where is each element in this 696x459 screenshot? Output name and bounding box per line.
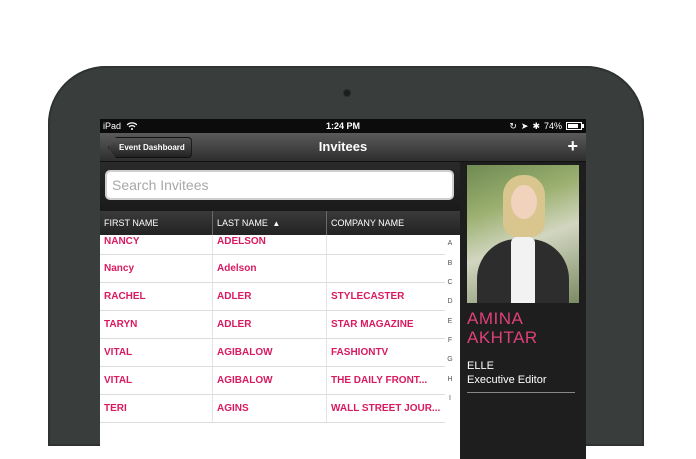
- status-right: ↻ ➤ ✱ 74%: [509, 119, 584, 133]
- company-cell: [327, 255, 445, 282]
- table-row[interactable]: TARYN ADLER STAR MAGAZINE: [100, 311, 445, 339]
- battery-percent: 74%: [543, 121, 562, 131]
- table-row[interactable]: NANCY ADELSON: [100, 235, 445, 255]
- company-cell: THE DAILY FRONT...: [331, 375, 428, 386]
- invitee-rows: NANCY ADELSON Nancy Adelson RACHEL ADLER…: [100, 235, 445, 423]
- last-name-cell: AGIBALOW: [213, 339, 327, 366]
- table-row[interactable]: TERI AGINS WALL STREET JOUR...: [100, 395, 445, 423]
- last-name-cell: ADLER: [213, 283, 327, 310]
- index-letter[interactable]: B: [443, 260, 457, 267]
- profile-company: ELLE: [467, 360, 494, 372]
- index-letter[interactable]: H: [443, 376, 457, 383]
- index-letter[interactable]: G: [443, 356, 457, 363]
- first-name-cell: VITAL: [100, 367, 213, 394]
- header-first-name-label: FIRST NAME: [104, 218, 159, 228]
- company-cell: STYLECASTER: [331, 291, 405, 302]
- index-letter[interactable]: E: [443, 318, 457, 325]
- header-company-name-label: COMPANY NAME: [331, 218, 405, 228]
- first-name-cell: RACHEL: [100, 283, 213, 310]
- rotation-lock-icon: ↻: [509, 121, 517, 131]
- sort-ascending-icon: ▲: [272, 219, 281, 228]
- table-header: FIRST NAME LAST NAME ▲ COMPANY NAME: [100, 211, 460, 235]
- search-bar: Search Invitees: [100, 162, 460, 211]
- header-company-name[interactable]: COMPANY NAME: [327, 211, 460, 235]
- last-name-cell: ADLER: [213, 311, 327, 338]
- bluetooth-icon: ✱: [532, 121, 540, 131]
- page-title: Invitees: [318, 139, 368, 154]
- table-row[interactable]: VITAL AGIBALOW THE DAILY FRONT...: [100, 367, 445, 395]
- profile-last-name: AKHTAR: [467, 328, 538, 347]
- index-letter[interactable]: I: [443, 395, 457, 402]
- index-letter[interactable]: C: [443, 279, 457, 286]
- location-icon: ➤: [520, 121, 529, 131]
- first-name-cell: TERI: [100, 395, 213, 422]
- index-letter[interactable]: F: [443, 337, 457, 344]
- table-row[interactable]: Nancy Adelson: [100, 255, 445, 283]
- ipad-frame: iPad 1:24 PM ↻ ➤ ✱ 74% Event Dashboard I…: [48, 66, 644, 459]
- company-cell: [327, 235, 445, 254]
- last-name-cell: AGIBALOW: [213, 367, 327, 394]
- battery-icon: [566, 122, 584, 130]
- table-row[interactable]: RACHEL ADLER STYLECASTER: [100, 283, 445, 311]
- search-input[interactable]: Search Invitees: [105, 170, 454, 200]
- photo-shirt: [511, 237, 535, 303]
- first-name-cell: NANCY: [100, 235, 213, 254]
- profile-first-name: AMINA: [467, 309, 524, 328]
- last-name-cell: AGINS: [213, 395, 327, 422]
- profile-job-title: Executive Editor: [467, 374, 547, 386]
- last-name-cell: ADELSON: [213, 235, 327, 254]
- index-letter[interactable]: D: [443, 298, 457, 305]
- company-cell: WALL STREET JOUR...: [331, 403, 441, 414]
- first-name-cell: TARYN: [100, 311, 213, 338]
- index-letter[interactable]: A: [443, 240, 457, 247]
- header-last-name[interactable]: LAST NAME ▲: [213, 211, 327, 235]
- profile-photo: [467, 165, 579, 303]
- first-name-cell: VITAL: [100, 339, 213, 366]
- company-cell: FASHIONTV: [331, 347, 389, 358]
- header-last-name-label: LAST NAME: [217, 218, 268, 228]
- last-name-cell: Adelson: [213, 255, 327, 282]
- add-invitee-button[interactable]: +: [567, 133, 578, 160]
- invitee-detail-pane: AMINA AKHTAR ELLE Executive Editor: [462, 162, 586, 459]
- status-bar: iPad 1:24 PM ↻ ➤ ✱ 74%: [100, 119, 586, 133]
- invitee-list-pane: Search Invitees FIRST NAME LAST NAME ▲ C…: [100, 162, 460, 459]
- first-name-cell: Nancy: [100, 255, 213, 282]
- navigation-bar: Event Dashboard Invitees +: [100, 133, 586, 162]
- table-row[interactable]: VITAL AGIBALOW FASHIONTV: [100, 339, 445, 367]
- divider: [467, 392, 575, 393]
- photo-face: [511, 185, 537, 219]
- ipad-screen: iPad 1:24 PM ↻ ➤ ✱ 74% Event Dashboard I…: [100, 119, 586, 459]
- company-cell: STAR MAGAZINE: [331, 319, 414, 330]
- camera-dot: [344, 90, 350, 96]
- header-first-name[interactable]: FIRST NAME: [100, 211, 213, 235]
